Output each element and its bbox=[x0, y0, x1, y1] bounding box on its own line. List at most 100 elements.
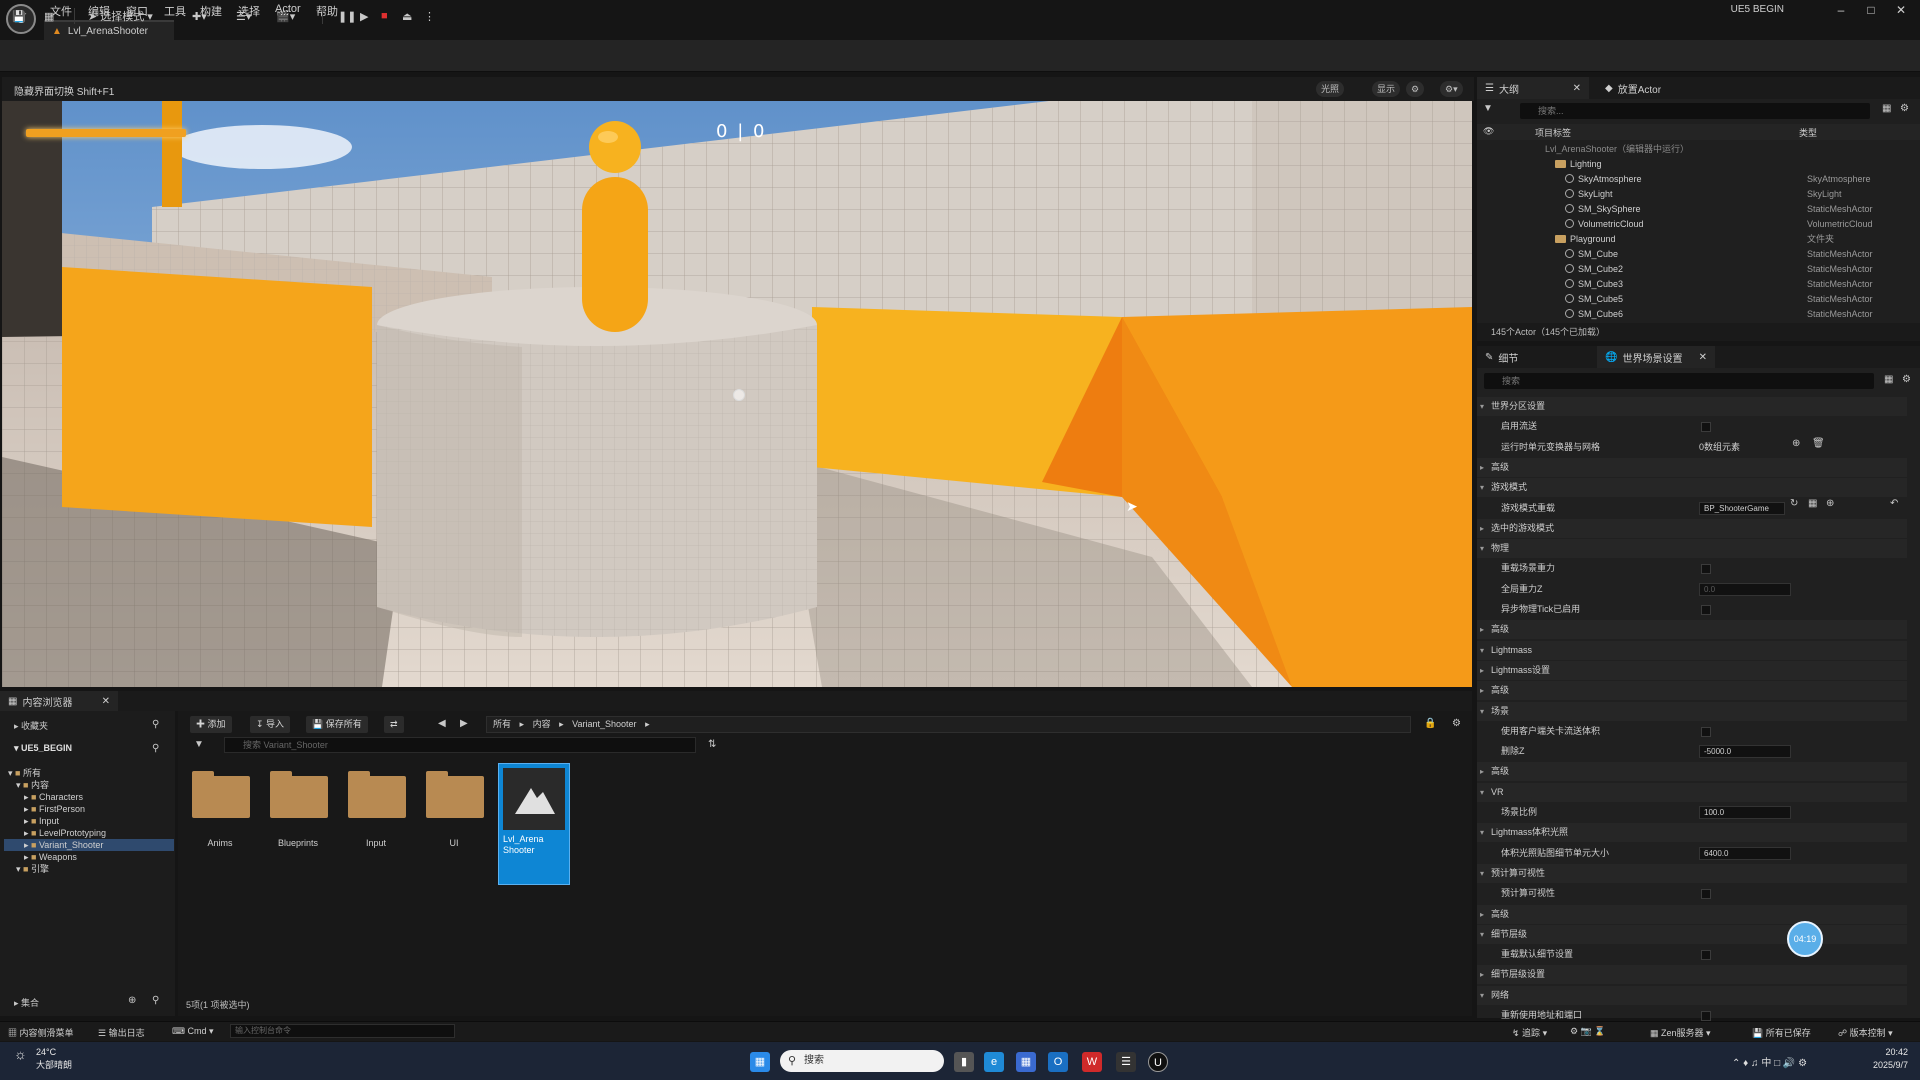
tree-folder-item[interactable]: ▾ ■ 引擎 bbox=[4, 863, 174, 875]
outliner-row[interactable]: SkyAtmosphere SkyAtmosphere bbox=[1477, 172, 1907, 187]
details-property[interactable]: 删除Z -5000.0 bbox=[1477, 742, 1907, 761]
tree-folder-item[interactable]: ▸ ■ Input bbox=[4, 815, 174, 827]
sort-icon[interactable]: ⇅ bbox=[708, 739, 716, 750]
property-checkbox[interactable] bbox=[1701, 1011, 1711, 1021]
tab-content-browser[interactable]: ▦ 内容浏览器 ✕ bbox=[0, 691, 118, 711]
outliner-row[interactable]: SM_Cube3 StaticMeshActor bbox=[1477, 277, 1907, 292]
details-property[interactable]: 游戏模式重载 BP_ShooterGame bbox=[1477, 499, 1907, 518]
pause-icon[interactable]: ❚❚ bbox=[338, 7, 356, 25]
new-blueprint-icon[interactable]: ⊕ bbox=[1826, 498, 1834, 509]
blueprint-icon[interactable]: ☰▾ bbox=[236, 7, 251, 25]
gamemode-dropdown[interactable]: BP_ShooterGame bbox=[1699, 501, 1785, 515]
details-category[interactable]: ▾ 游戏模式 bbox=[1477, 478, 1907, 498]
select-mode-button[interactable]: ➤ 选择模式 ▾ bbox=[88, 7, 153, 25]
tree-folder-item[interactable]: ▸ ■ Variant_Shooter bbox=[4, 839, 174, 851]
tree-folder-item[interactable]: ▾ ■ 所有 bbox=[4, 767, 174, 779]
content-search-input[interactable]: 搜索 Variant_Shooter bbox=[224, 737, 696, 753]
trace-button[interactable]: ↯ 追踪 ▾ bbox=[1512, 1026, 1547, 1039]
collections-header[interactable]: ▸ 集合 bbox=[14, 996, 39, 1009]
add-button[interactable]: ✚ 添加 bbox=[190, 716, 232, 733]
outliner-row[interactable]: SM_SkySphere StaticMeshActor bbox=[1477, 202, 1907, 217]
outlook-icon[interactable]: O bbox=[1048, 1052, 1068, 1072]
reset-icon[interactable]: ↶ bbox=[1890, 498, 1898, 509]
visibility-icon[interactable]: 👁 bbox=[1483, 126, 1494, 137]
outliner-row[interactable]: SM_Cube2 StaticMeshActor bbox=[1477, 262, 1907, 277]
add-folder-icon[interactable]: ▦ bbox=[1882, 103, 1891, 114]
favorites-header[interactable]: ▸ 收藏夹 bbox=[14, 719, 48, 732]
tab-place-actors[interactable]: ◆ 放置Actor bbox=[1597, 77, 1669, 99]
details-category[interactable]: ▸ 高级 bbox=[1477, 620, 1907, 640]
outliner-settings-icon[interactable]: ⚙ bbox=[1900, 103, 1909, 114]
property-checkbox[interactable] bbox=[1701, 605, 1711, 615]
unreal-taskbar-icon[interactable]: U bbox=[1148, 1052, 1168, 1072]
asset-folder-blueprints[interactable]: Blueprints bbox=[262, 764, 334, 884]
details-category[interactable]: ▾ Lightmass bbox=[1477, 640, 1907, 660]
filter-icon[interactable]: ▼ bbox=[194, 739, 204, 750]
asset-folder-anims[interactable]: Anims bbox=[184, 764, 256, 884]
import-button[interactable]: ↧ 导入 bbox=[250, 716, 291, 733]
store-icon[interactable]: ▦ bbox=[1016, 1052, 1036, 1072]
details-search-input[interactable]: 搜索 bbox=[1484, 373, 1874, 389]
details-category[interactable]: ▸ 细节层级设置 bbox=[1477, 965, 1907, 985]
stop-icon[interactable]: ■ bbox=[381, 7, 388, 25]
outliner-row[interactable]: SM_Cube5 StaticMeshActor bbox=[1477, 292, 1907, 307]
cb-settings-icon[interactable]: ⚙ bbox=[1452, 718, 1461, 729]
breadcrumb-variant-shooter[interactable]: Variant_Shooter bbox=[572, 719, 636, 729]
level-viewport[interactable] bbox=[2, 77, 1472, 687]
details-property[interactable]: 运行时单元变换器与网格 0数组元素 bbox=[1477, 438, 1907, 457]
details-category[interactable]: ▾ 细节层级 bbox=[1477, 924, 1907, 944]
tab-outliner[interactable]: ☰ 大纲 ✕ bbox=[1477, 77, 1589, 99]
browse-icon[interactable]: ↻ bbox=[1790, 498, 1798, 509]
col-type-header[interactable]: 类型 bbox=[1799, 126, 1817, 139]
outliner-row[interactable]: VolumetricCloud VolumetricCloud bbox=[1477, 217, 1907, 232]
back-icon[interactable]: ◀ bbox=[438, 718, 446, 729]
property-checkbox[interactable] bbox=[1701, 889, 1711, 900]
details-category[interactable]: ▾ 物理 bbox=[1477, 539, 1907, 559]
tree-folder-item[interactable]: ▸ ■ LevelPrototyping bbox=[4, 827, 174, 839]
cinematics-icon[interactable]: 🎬▾ bbox=[276, 7, 295, 25]
property-checkbox[interactable] bbox=[1701, 422, 1711, 433]
save-all-button[interactable]: 💾 保存所有 bbox=[306, 716, 368, 733]
outliner-row[interactable]: Lighting bbox=[1477, 157, 1907, 172]
details-category[interactable]: ▸ 高级 bbox=[1477, 762, 1907, 782]
details-property[interactable]: 体积光照贴图细节单元大小 6400.0 bbox=[1477, 844, 1907, 863]
clock[interactable]: 20:42 2025/9/7 bbox=[1873, 1046, 1908, 1072]
asset-folder-input[interactable]: Input bbox=[340, 764, 412, 884]
property-value-field[interactable]: -5000.0 bbox=[1699, 745, 1791, 759]
menu-tools[interactable]: 工具 bbox=[164, 3, 186, 19]
lock-icon[interactable]: 🔒 bbox=[1424, 718, 1436, 729]
search-icon[interactable]: ⚲ bbox=[152, 743, 159, 754]
system-tray-icon[interactable]: ⌃ ♦ ♫ 中 □ 🔊 ⚙ bbox=[1732, 1054, 1807, 1069]
forward-icon[interactable]: ▶ bbox=[460, 718, 468, 729]
details-category[interactable]: ▸ 高级 bbox=[1477, 681, 1907, 701]
details-property[interactable]: 场景比例 100.0 bbox=[1477, 803, 1907, 822]
weather-widget[interactable]: ☼ 24°C 大部晴朗 bbox=[14, 1046, 72, 1072]
history-icon[interactable]: ⇄ bbox=[384, 716, 404, 733]
details-property[interactable]: 预计算可视性 bbox=[1477, 884, 1907, 903]
delete-icon[interactable]: 🗑 bbox=[1812, 438, 1825, 449]
property-value-field[interactable]: 0.0 bbox=[1699, 582, 1791, 596]
close-icon[interactable]: ✕ bbox=[1886, 1, 1916, 19]
outliner-row[interactable]: SM_Cube6 StaticMeshActor bbox=[1477, 307, 1907, 322]
outliner-search-input[interactable]: 搜索... bbox=[1520, 103, 1870, 119]
details-property[interactable]: 全局重力Z 0.0 bbox=[1477, 580, 1907, 599]
tree-folder-item[interactable]: ▸ ■ Characters bbox=[4, 791, 174, 803]
tab-world-settings[interactable]: 🌐 世界场景设置 ✕ bbox=[1597, 346, 1715, 368]
tab-details[interactable]: ✎ 细节 bbox=[1477, 346, 1589, 368]
property-value-field[interactable]: 100.0 bbox=[1699, 806, 1791, 819]
wps-icon[interactable]: W bbox=[1082, 1052, 1102, 1072]
asset-folder-ui[interactable]: UI bbox=[418, 764, 490, 884]
outliner-row[interactable]: Playground 文件夹 bbox=[1477, 232, 1907, 247]
details-category[interactable]: ▾ VR bbox=[1477, 782, 1907, 802]
maximize-icon[interactable]: □ bbox=[1856, 1, 1886, 19]
outliner-row[interactable]: Lvl_ArenaShooter（编辑器中运行） bbox=[1477, 142, 1907, 157]
details-category[interactable]: ▾ 世界分区设置 bbox=[1477, 397, 1907, 416]
details-category[interactable]: ▾ Lightmass体积光照 bbox=[1477, 823, 1907, 843]
play-icon[interactable]: ▶ bbox=[360, 7, 368, 25]
details-property[interactable]: 使用客户端关卡流送体积 bbox=[1477, 722, 1907, 741]
add-collection-icon[interactable]: ⊕ bbox=[128, 995, 136, 1006]
details-category[interactable]: ▸ 选中的游戏模式 bbox=[1477, 518, 1907, 538]
timer-bubble[interactable]: 04:19 bbox=[1787, 921, 1823, 957]
property-checkbox[interactable] bbox=[1701, 564, 1711, 575]
saved-status[interactable]: 💾 所有已保存 bbox=[1752, 1026, 1811, 1039]
